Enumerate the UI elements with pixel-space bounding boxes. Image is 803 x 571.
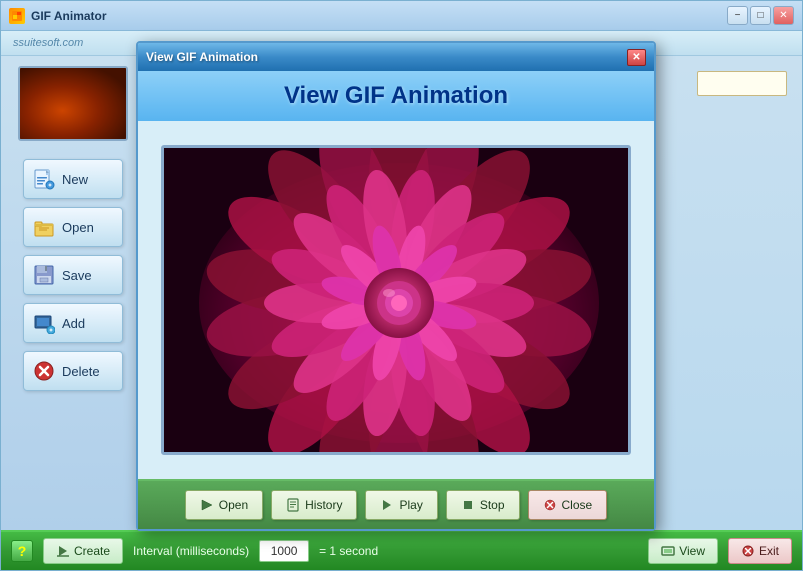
modal-close-footer-icon	[543, 498, 557, 512]
view-button[interactable]: View	[648, 538, 718, 564]
new-icon	[32, 167, 56, 191]
minimize-button[interactable]: −	[727, 6, 748, 25]
create-label: Create	[74, 544, 110, 558]
modal-play-button[interactable]: Play	[365, 490, 437, 520]
thumbnail-image	[20, 68, 126, 139]
app-icon	[9, 8, 25, 24]
exit-icon	[741, 544, 755, 558]
modal-dialog: View GIF Animation ✕ View GIF Animation	[136, 41, 656, 531]
modal-history-button[interactable]: History	[271, 490, 357, 520]
thumbnail-area	[18, 66, 128, 141]
add-icon	[32, 311, 56, 335]
modal-play-icon	[380, 498, 394, 512]
open-label: Open	[62, 220, 94, 235]
modal-close-button[interactable]: ✕	[627, 49, 646, 66]
open-button[interactable]: Open	[23, 207, 123, 247]
exit-button[interactable]: Exit	[728, 538, 792, 564]
modal-title-bar: View GIF Animation ✕	[138, 43, 654, 71]
delete-label: Delete	[62, 364, 100, 379]
interval-input[interactable]	[259, 540, 309, 562]
delete-button[interactable]: Delete	[23, 351, 123, 391]
status-bar: ? Create Interval (milliseconds) = 1 sec…	[1, 530, 802, 570]
window-controls: − □ ✕	[727, 6, 794, 25]
app-title: GIF Animator	[31, 9, 727, 23]
gif-display	[161, 145, 631, 455]
equals-label: = 1 second	[319, 544, 378, 558]
create-icon	[56, 544, 70, 558]
add-button[interactable]: Add	[23, 303, 123, 343]
company-name: ssuitesoft.com	[13, 37, 83, 49]
modal-stop-label: Stop	[480, 498, 505, 512]
modal-header-title: View GIF Animation	[284, 82, 508, 110]
view-icon	[661, 544, 675, 558]
save-icon	[32, 263, 56, 287]
modal-open-label: Open	[219, 498, 248, 512]
modal-open-button[interactable]: Open	[185, 490, 263, 520]
help-button[interactable]: ?	[11, 540, 33, 562]
create-button[interactable]: Create	[43, 538, 123, 564]
dahlia-svg	[164, 148, 631, 455]
new-button[interactable]: New	[23, 159, 123, 199]
open-icon	[32, 215, 56, 239]
add-label: Add	[62, 316, 85, 331]
modal-stop-icon	[461, 498, 475, 512]
modal-open-icon	[200, 498, 214, 512]
view-label: View	[679, 544, 705, 558]
modal-body	[138, 121, 654, 479]
modal-close-footer-label: Close	[562, 498, 593, 512]
modal-footer: Open History Pl	[138, 479, 654, 529]
title-bar: GIF Animator − □ ✕	[1, 1, 802, 31]
right-input	[697, 71, 787, 96]
close-button[interactable]: ✕	[773, 6, 794, 25]
exit-label: Exit	[759, 544, 779, 558]
new-label: New	[62, 172, 88, 187]
interval-label: Interval (milliseconds)	[133, 544, 249, 558]
save-button[interactable]: Save	[23, 255, 123, 295]
maximize-button[interactable]: □	[750, 6, 771, 25]
modal-header: View GIF Animation	[138, 71, 654, 121]
modal-history-icon	[286, 498, 300, 512]
delete-icon	[32, 359, 56, 383]
modal-close-footer-button[interactable]: Close	[528, 490, 608, 520]
save-label: Save	[62, 268, 92, 283]
left-sidebar: New Open	[1, 56, 146, 532]
app-window: GIF Animator − □ ✕ ssuitesoft.com	[0, 0, 803, 571]
modal-history-label: History	[305, 498, 342, 512]
modal-stop-button[interactable]: Stop	[446, 490, 520, 520]
modal-title: View GIF Animation	[146, 50, 627, 64]
modal-play-label: Play	[399, 498, 422, 512]
